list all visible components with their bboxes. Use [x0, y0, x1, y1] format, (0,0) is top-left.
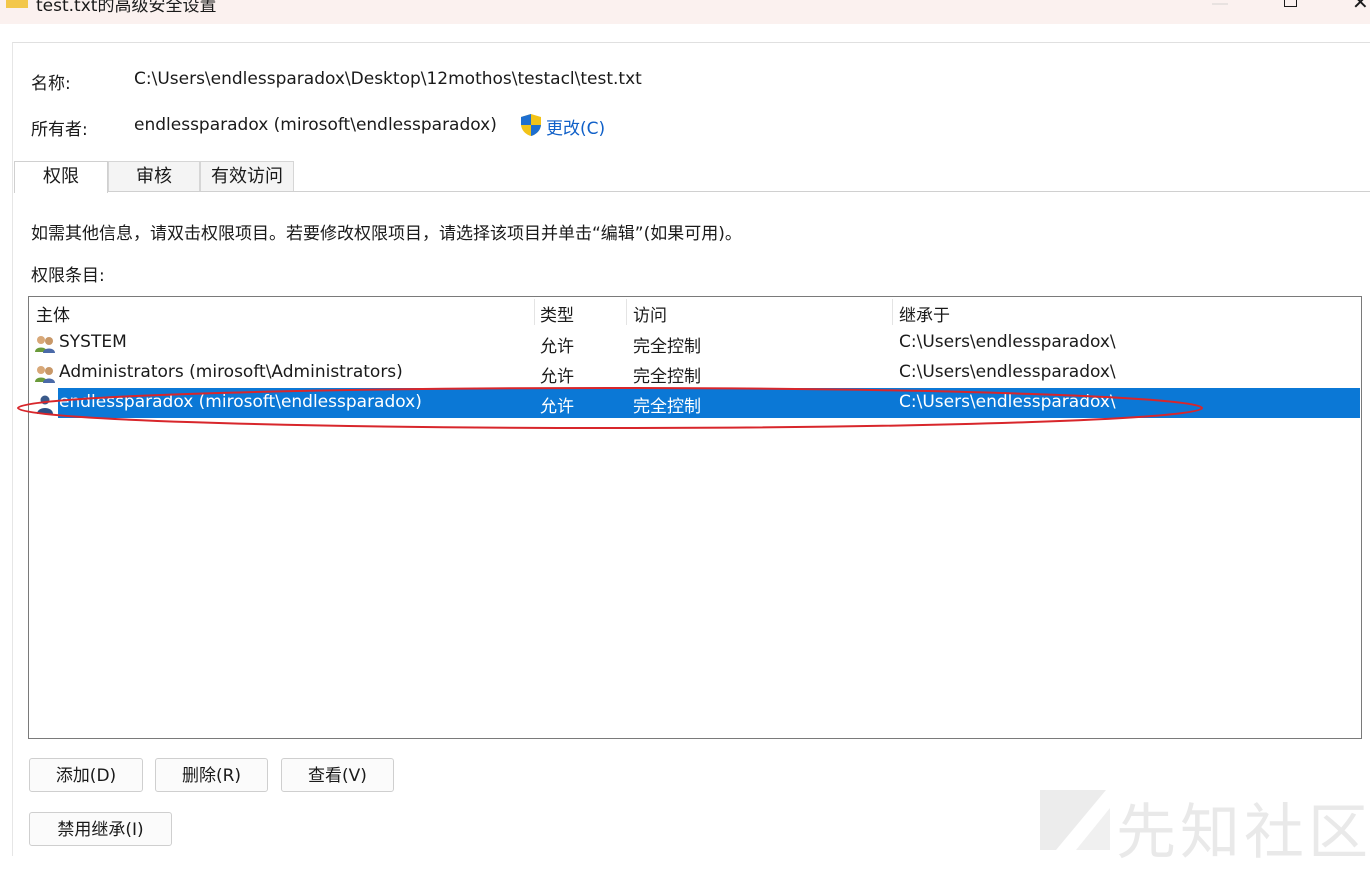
column-header-access[interactable]: 访问	[633, 301, 667, 326]
access-cell: 完全控制	[633, 337, 701, 357]
column-divider[interactable]	[626, 299, 627, 325]
name-label: 名称:	[31, 74, 71, 94]
view-button[interactable]: 查看(V)	[281, 758, 394, 792]
name-value: C:\Users\endlessparadox\Desktop\12mothos…	[134, 69, 642, 89]
owner-value: endlessparadox (mirosoft\endlessparadox)	[134, 115, 497, 135]
close-icon[interactable]: ✕	[1352, 0, 1369, 14]
title-bar: test.txt的高级安全设置 ✕	[0, 0, 1370, 24]
inherited-from-cell: C:\Users\endlessparadox\	[899, 392, 1116, 412]
permissions-info-text: 如需其他信息，请双击权限项目。若要修改权限项目，请选择该项目并单击“编辑”(如果…	[31, 224, 742, 244]
type-cell: 允许	[540, 397, 574, 417]
table-row[interactable]: SYSTEM 允许 完全控制 C:\Users\endlessparadox\	[29, 328, 1360, 358]
list-header: 主体 类型 访问 继承于	[29, 297, 1361, 327]
column-header-inherited-from[interactable]: 继承于	[899, 301, 950, 326]
principal-cell: Administrators (mirosoft\Administrators)	[59, 362, 403, 382]
user-icon	[37, 395, 53, 414]
uac-shield-icon[interactable]	[519, 113, 543, 137]
table-row-selected[interactable]: endlessparadox (mirosoft\endlessparadox)…	[29, 388, 1360, 418]
tab-permissions[interactable]: 权限	[14, 161, 108, 193]
owner-label: 所有者:	[31, 120, 88, 140]
group-icon	[35, 336, 55, 353]
inherited-from-cell: C:\Users\endlessparadox\	[899, 362, 1116, 382]
tab-auditing[interactable]: 审核	[108, 161, 200, 191]
column-divider[interactable]	[892, 299, 893, 325]
folder-icon	[6, 0, 28, 8]
access-cell: 完全控制	[633, 367, 701, 387]
type-cell: 允许	[540, 337, 574, 357]
principal-cell: endlessparadox (mirosoft\endlessparadox)	[59, 392, 422, 412]
principal-cell: SYSTEM	[59, 332, 127, 352]
column-header-type[interactable]: 类型	[540, 301, 574, 326]
permission-entries-list[interactable]: 主体 类型 访问 继承于 SYSTEM 允许 完全控制 C:\Users\end…	[28, 296, 1362, 739]
minimize-button[interactable]	[1212, 3, 1228, 5]
column-header-principal[interactable]: 主体	[36, 301, 70, 326]
inherited-from-cell: C:\Users\endlessparadox\	[899, 332, 1116, 352]
maximize-button[interactable]	[1284, 0, 1297, 7]
column-divider[interactable]	[534, 299, 535, 325]
add-button[interactable]: 添加(D)	[29, 758, 143, 792]
access-cell: 完全控制	[633, 397, 701, 417]
disable-inheritance-button[interactable]: 禁用继承(I)	[29, 812, 172, 846]
change-owner-link[interactable]: 更改(C)	[546, 114, 605, 139]
window-title: test.txt的高级安全设置	[36, 0, 217, 16]
remove-button[interactable]: 删除(R)	[155, 758, 268, 792]
permission-entries-label: 权限条目:	[31, 266, 105, 286]
table-row[interactable]: Administrators (mirosoft\Administrators)…	[29, 358, 1360, 388]
type-cell: 允许	[540, 367, 574, 387]
group-icon	[35, 366, 55, 383]
tab-effective-access[interactable]: 有效访问	[200, 161, 294, 191]
watermark-text: 先知社区	[1116, 798, 1370, 868]
